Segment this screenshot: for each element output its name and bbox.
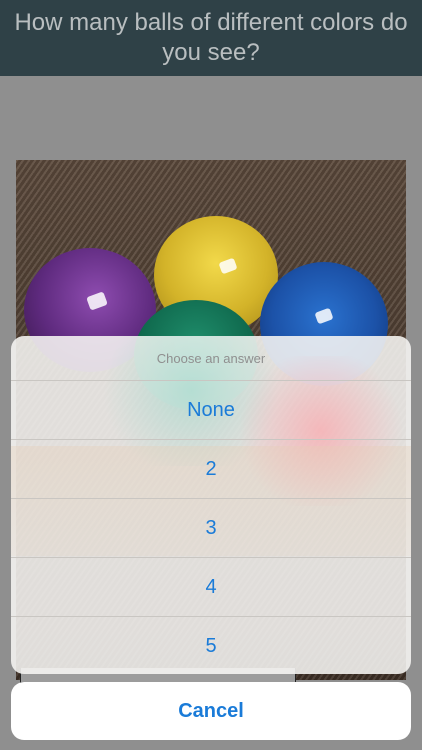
answer-option-3[interactable]: 3 — [11, 499, 411, 558]
answer-action-sheet: Choose an answer None 2 3 4 5 — [11, 336, 411, 674]
question-header: How many balls of different colors do yo… — [0, 0, 422, 76]
answer-option-2[interactable]: 2 — [11, 440, 411, 499]
action-sheet-header: Choose an answer — [11, 336, 411, 381]
answer-option-label: 3 — [205, 516, 217, 539]
answer-option-5[interactable]: 5 — [11, 617, 411, 674]
question-title: How many balls of different colors do yo… — [14, 9, 408, 66]
answer-option-label: 5 — [205, 634, 217, 657]
answer-option-4[interactable]: 4 — [11, 558, 411, 617]
answer-option-label: 4 — [205, 575, 217, 598]
cancel-label: Cancel — [178, 699, 244, 722]
answer-option-label: 2 — [205, 457, 217, 480]
cancel-button[interactable]: Cancel — [11, 682, 411, 740]
action-sheet-title: Choose an answer — [156, 350, 266, 366]
answer-option-none[interactable]: None — [11, 381, 411, 440]
answer-option-label: None — [187, 398, 235, 421]
